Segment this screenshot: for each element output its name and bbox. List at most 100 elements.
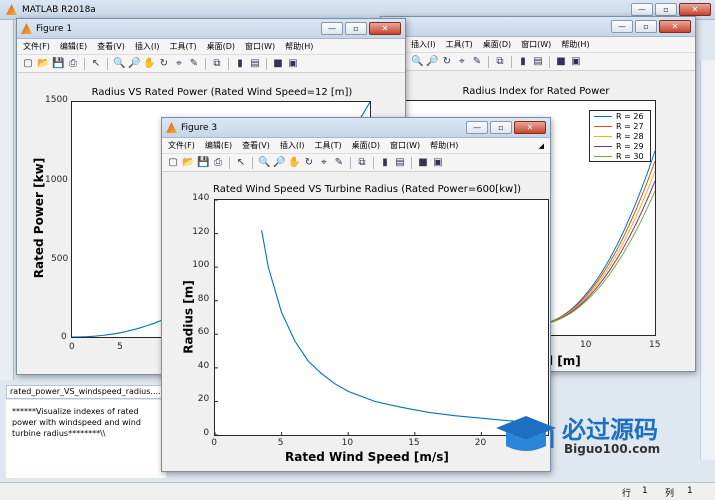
figure2-xtick: 10	[580, 340, 592, 350]
hide-plot-tools-icon[interactable]: ■	[555, 56, 567, 68]
matlab-minimize-button[interactable]: —	[631, 3, 653, 16]
menu-tools[interactable]: 工具(T)	[314, 140, 341, 151]
figure3-minimize-button[interactable]: —	[466, 121, 488, 134]
save-icon[interactable]: 💾	[197, 157, 209, 169]
menu-file[interactable]: 文件(F)	[168, 140, 195, 151]
toolbar-separator	[252, 156, 253, 169]
rotate-icon[interactable]: ↻	[158, 58, 170, 70]
link-plot-icon[interactable]: ⧉	[211, 58, 223, 70]
hide-plot-tools-icon[interactable]: ■	[272, 58, 284, 70]
save-icon[interactable]: 💾	[52, 58, 64, 70]
show-plot-tools-icon[interactable]: ▣	[570, 56, 582, 68]
figure3-maximize-button[interactable]: ▫	[490, 121, 512, 134]
edit-plot-icon[interactable]: ↖	[235, 157, 247, 169]
figure3-axes	[214, 199, 549, 436]
hide-plot-tools-icon[interactable]: ■	[417, 157, 429, 169]
figure3-xlabel: Rated Wind Speed [m/s]	[285, 450, 449, 464]
figure1-minimize-button[interactable]: —	[321, 22, 343, 35]
figure2-toolbar: 🔍 🔎 ↻ ⌖ ✎ ⧉ ▮ ▤ ■ ▣	[381, 53, 695, 71]
menu-insert[interactable]: 插入(I)	[411, 39, 436, 50]
brush-icon[interactable]: ✎	[471, 56, 483, 68]
zoom-out-icon[interactable]: 🔎	[128, 58, 140, 70]
menu-file[interactable]: 文件(F)	[23, 41, 50, 52]
show-plot-tools-icon[interactable]: ▣	[432, 157, 444, 169]
legend-label: R = 26	[616, 111, 644, 121]
colorbar-icon[interactable]: ▮	[234, 58, 246, 70]
figure3-ytick: 80	[197, 293, 210, 304]
link-plot-icon[interactable]: ⧉	[494, 56, 506, 68]
menu-edit[interactable]: 编辑(E)	[60, 41, 87, 52]
figure1-maximize-button[interactable]: ▫	[345, 22, 367, 35]
colorbar-icon[interactable]: ▮	[379, 157, 391, 169]
legend-icon[interactable]: ▤	[249, 58, 261, 70]
graduation-cap-icon	[496, 416, 556, 451]
print-icon[interactable]: ⎙	[212, 157, 224, 169]
menu-tools[interactable]: 工具(T)	[446, 39, 473, 50]
legend-swatch	[594, 135, 612, 137]
figure1-menubar: 文件(F) 编辑(E) 查看(V) 插入(I) 工具(T) 桌面(D) 窗口(W…	[17, 39, 405, 55]
menu-help[interactable]: 帮助(H)	[430, 140, 458, 151]
zoom-out-icon[interactable]: 🔎	[273, 157, 285, 169]
figure2-close-button[interactable]: ✕	[659, 20, 691, 33]
figure2-maximize-button[interactable]: ▫	[635, 20, 657, 33]
print-icon[interactable]: ⎙	[67, 58, 79, 70]
link-plot-icon[interactable]: ⧉	[356, 157, 368, 169]
figure1-toolbar: ▢ 📂 💾 ⎙ ↖ 🔍 🔎 ✋ ↻ ⌖ ✎ ⧉ ▮ ▤ ■ ▣	[17, 55, 405, 73]
figure2-legend-entry: R = 26	[590, 111, 650, 121]
open-file-icon[interactable]: 📂	[37, 58, 49, 70]
menu-insert[interactable]: 插入(I)	[135, 41, 160, 52]
menu-desktop[interactable]: 桌面(D)	[207, 41, 235, 52]
data-cursor-icon[interactable]: ⌖	[318, 157, 330, 169]
edit-plot-icon[interactable]: ↖	[90, 58, 102, 70]
matlab-logo-icon	[6, 4, 17, 15]
figure-logo-icon	[21, 23, 32, 34]
menu-desktop[interactable]: 桌面(D)	[483, 39, 511, 50]
brush-icon[interactable]: ✎	[333, 157, 345, 169]
menu-insert[interactable]: 插入(I)	[280, 140, 305, 151]
figure1-close-button[interactable]: ✕	[369, 22, 401, 35]
figure1-window-buttons: — ▫ ✕	[321, 22, 401, 35]
open-file-icon[interactable]: 📂	[182, 157, 194, 169]
figure2-legend-entry: R = 29	[590, 141, 650, 151]
figure3-close-button[interactable]: ✕	[514, 121, 546, 134]
figure3-ytick: 20	[197, 394, 210, 405]
menu-edit[interactable]: 编辑(E)	[205, 140, 232, 151]
figure1-titlebar: Figure 1 — ▫ ✕	[17, 19, 405, 39]
matlab-window-buttons: — ▫ ✕	[631, 3, 711, 16]
figure1-ytick: 500	[51, 254, 69, 264]
menu-desktop[interactable]: 桌面(D)	[352, 140, 380, 151]
matlab-maximize-button[interactable]: ▫	[655, 3, 677, 16]
zoom-in-icon[interactable]: 🔍	[258, 157, 270, 169]
matlab-close-button[interactable]: ✕	[679, 3, 711, 16]
rotate-icon[interactable]: ↻	[303, 157, 315, 169]
menu-help[interactable]: 帮助(H)	[561, 39, 589, 50]
colorbar-icon[interactable]: ▮	[517, 56, 529, 68]
rotate-icon[interactable]: ↻	[441, 56, 453, 68]
pan-icon[interactable]: ✋	[143, 58, 155, 70]
zoom-in-icon[interactable]: 🔍	[411, 56, 423, 68]
data-cursor-icon[interactable]: ⌖	[173, 58, 185, 70]
data-cursor-icon[interactable]: ⌖	[456, 56, 468, 68]
legend-icon[interactable]: ▤	[394, 157, 406, 169]
menu-view[interactable]: 查看(V)	[242, 140, 270, 151]
new-figure-icon[interactable]: ▢	[22, 58, 34, 70]
figure2-minimize-button[interactable]: —	[611, 20, 633, 33]
menu-view[interactable]: 查看(V)	[97, 41, 125, 52]
right-scroll-area[interactable]	[700, 60, 715, 460]
brush-icon[interactable]: ✎	[188, 58, 200, 70]
menu-window[interactable]: 窗口(W)	[390, 140, 420, 151]
menu-tools[interactable]: 工具(T)	[169, 41, 196, 52]
new-figure-icon[interactable]: ▢	[167, 157, 179, 169]
status-bar: 行 1 列 1	[0, 482, 715, 500]
menubar-arrow-icon[interactable]: ◢	[539, 142, 544, 150]
pan-icon[interactable]: ✋	[288, 157, 300, 169]
menu-window[interactable]: 窗口(W)	[245, 41, 275, 52]
zoom-in-icon[interactable]: 🔍	[113, 58, 125, 70]
legend-icon[interactable]: ▤	[532, 56, 544, 68]
show-plot-tools-icon[interactable]: ▣	[287, 58, 299, 70]
zoom-out-icon[interactable]: 🔎	[426, 56, 438, 68]
menu-help[interactable]: 帮助(H)	[285, 41, 313, 52]
watermark: 必过源码 Biguo100.com	[492, 408, 702, 468]
menu-window[interactable]: 窗口(W)	[521, 39, 551, 50]
figure1-ytick: 1000	[45, 175, 68, 185]
